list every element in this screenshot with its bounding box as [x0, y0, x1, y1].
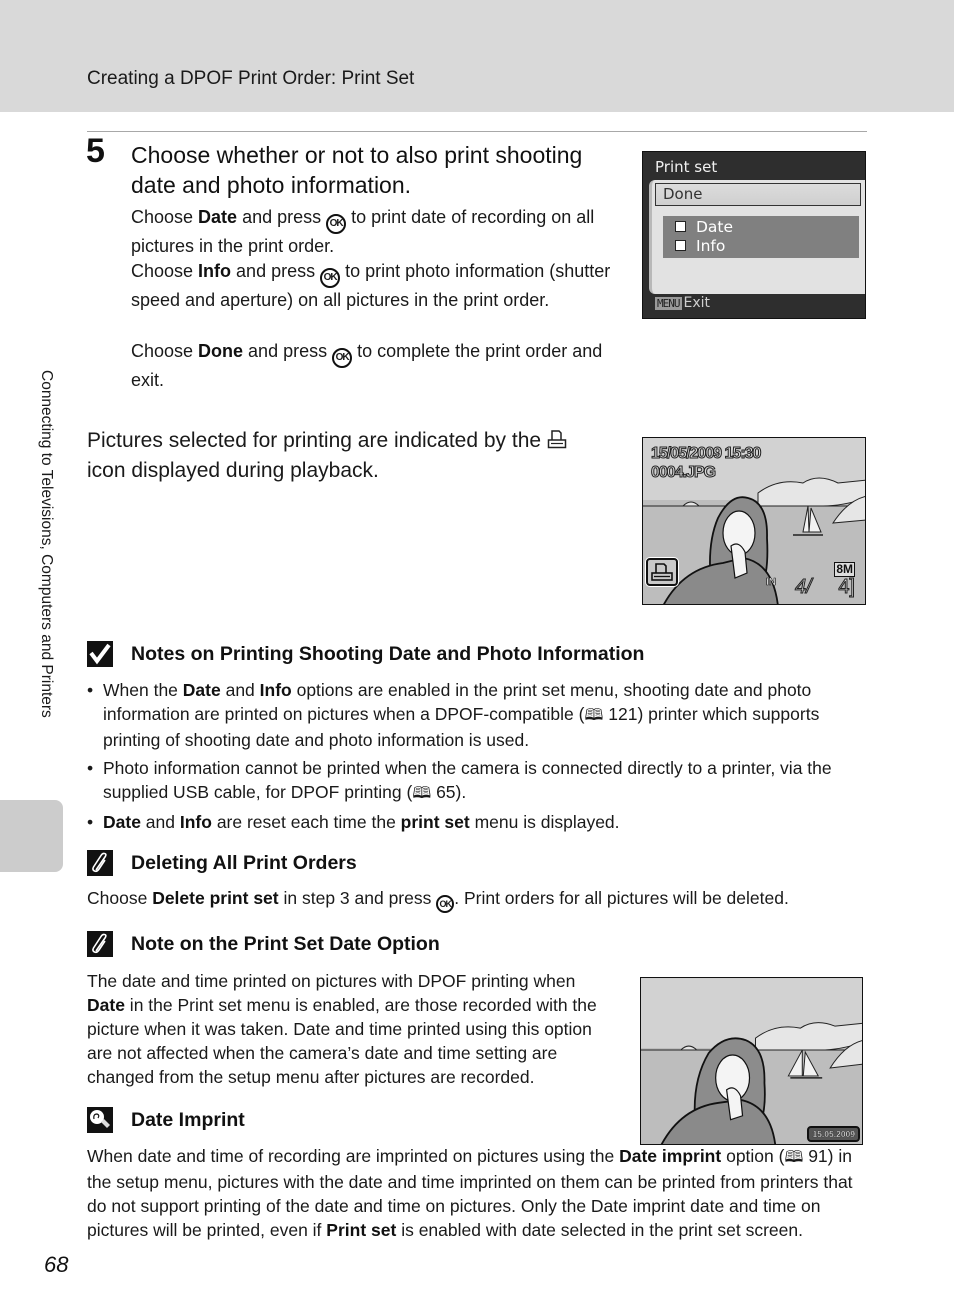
paperclip-icon [87, 931, 113, 957]
note-heading-date-imprint: Date Imprint [87, 1107, 245, 1133]
page-reference-link[interactable]: 91 [808, 1146, 827, 1166]
list-item: When the Date and Info options are enabl… [87, 678, 867, 752]
book-reference-icon: 🕮 [412, 785, 432, 802]
camera-menu-done-item[interactable]: Done [655, 183, 861, 206]
print-order-icon [547, 428, 567, 449]
page-reference-link[interactable]: 65 [436, 782, 455, 802]
ok-button-icon: OK [326, 214, 347, 234]
playback-osd-info: 15/05/2009 15:30 0004.JPG [650, 445, 761, 482]
ok-button-icon: OK [332, 348, 353, 368]
print-indicator-text: Pictures selected for printing are indic… [87, 426, 607, 486]
check-icon [87, 641, 113, 667]
frame-total: 4] [838, 576, 856, 599]
menu-button-icon: MENU [655, 297, 682, 310]
book-reference-icon: 🕮 [584, 707, 604, 724]
page-number: 68 [44, 1252, 69, 1277]
page-reference-link[interactable]: 121 [608, 704, 637, 724]
header-band [0, 0, 954, 112]
print-order-icon [646, 558, 678, 586]
camera-menu-title: Print set [655, 158, 718, 176]
date-option-text: The date and time printed on pictures wi… [87, 971, 597, 1087]
date-imprint-photo: 15.05.2009 [640, 977, 863, 1145]
step-instruction-date: Choose Date and press OK to print date o… [131, 207, 595, 256]
note-heading-printing: Notes on Printing Shooting Date and Phot… [87, 641, 644, 667]
step-title: Choose whether or not to also print shoo… [131, 142, 583, 198]
deleting-text: Choose Delete print set in step 3 and pr… [87, 886, 867, 913]
paperclip-icon [87, 850, 113, 876]
section-divider [87, 131, 867, 132]
step-instruction-info: Choose Info and press OK to print photo … [131, 261, 611, 310]
portrait-photo [641, 978, 862, 1144]
chapter-side-label: Connecting to Televisions, Computers and… [38, 370, 55, 718]
step-instruction-done: Choose Done and press OK to complete the… [131, 341, 603, 390]
note-bullets: When the Date and Info options are enabl… [87, 678, 867, 838]
camera-print-set-screen: Print set Done Date Info MENU Exit [642, 151, 866, 319]
list-item: Date and Info are reset each time the pr… [87, 810, 867, 834]
checkbox-icon[interactable] [675, 240, 686, 251]
camera-menu-footer: MENU Exit [655, 295, 711, 311]
date-imprint-stamp: 15.05.2009 [807, 1126, 860, 1142]
page-header-title: Creating a DPOF Print Order: Print Set [87, 68, 415, 89]
date-imprint-text: When date and time of recording are impr… [87, 1146, 853, 1240]
camera-menu-option-info[interactable]: Info [675, 237, 725, 255]
ok-button-icon: OK [436, 895, 455, 913]
internal-memory-indicator: IN [766, 577, 777, 589]
ok-button-icon: OK [320, 268, 341, 288]
frame-current: 4/ [795, 576, 813, 599]
book-reference-icon: 🕮 [784, 1149, 804, 1166]
camera-menu-options: Date Info [663, 216, 859, 258]
chapter-tab [0, 800, 63, 872]
note-heading-deleting: Deleting All Print Orders [87, 850, 357, 876]
camera-menu-option-date[interactable]: Date [675, 218, 733, 236]
lightbulb-icon [87, 1107, 113, 1133]
image-size-indicator: 8M [834, 562, 855, 577]
list-item: Photo information cannot be printed when… [87, 756, 867, 806]
note-heading-date-option: Note on the Print Set Date Option [87, 931, 440, 957]
checkbox-icon[interactable] [675, 221, 686, 232]
step-number: 5 [86, 132, 105, 170]
playback-screen: 15/05/2009 15:30 0004.JPG 8M IN 4/ 4] [642, 437, 866, 605]
